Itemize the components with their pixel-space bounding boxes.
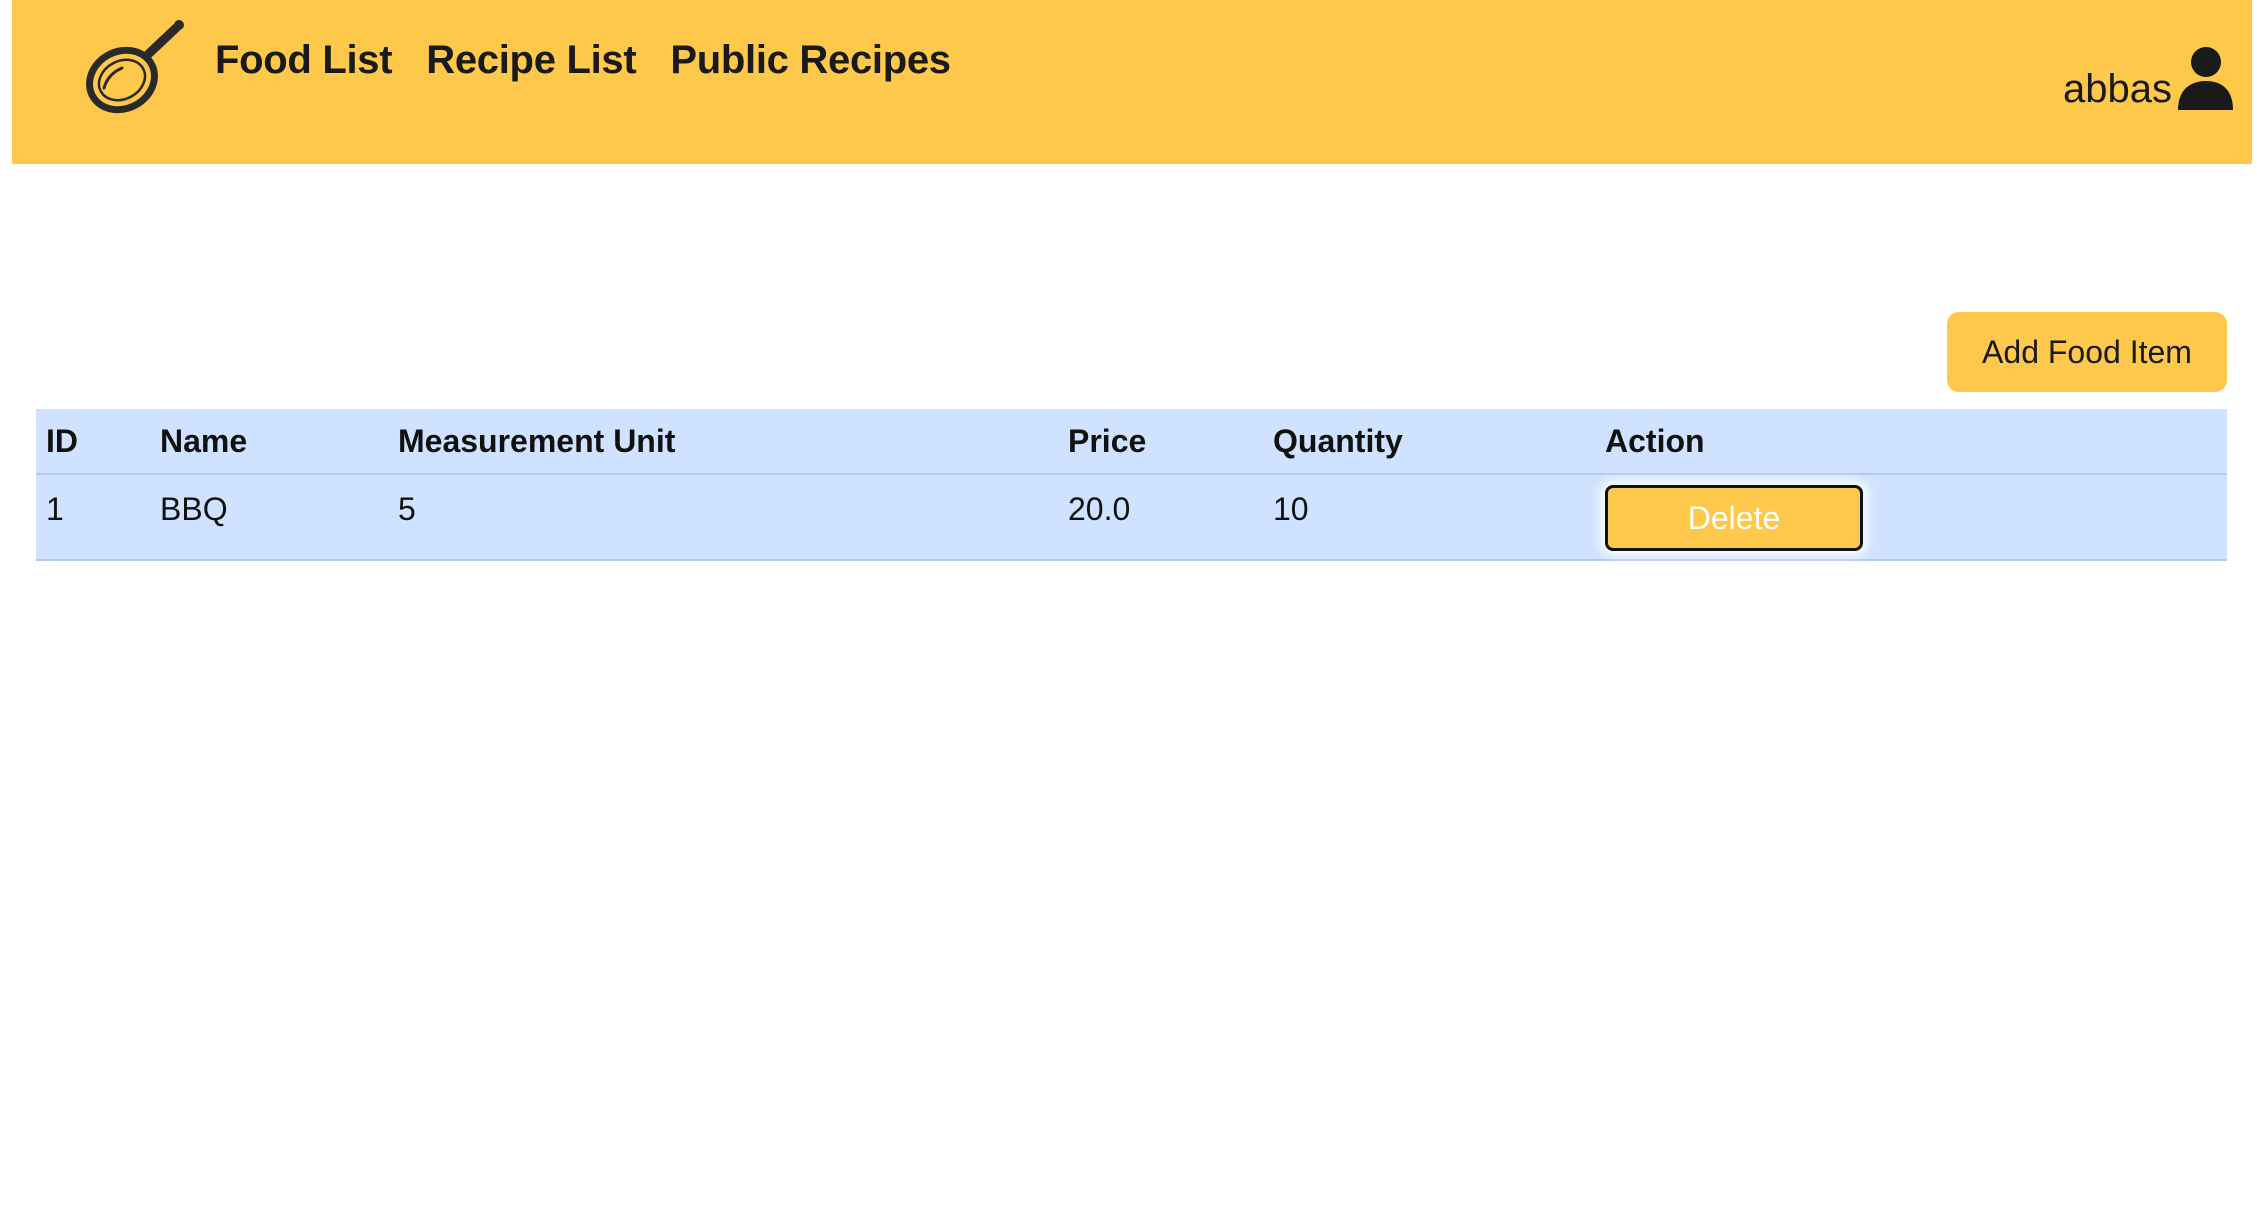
- user-icon[interactable]: [2176, 46, 2234, 117]
- cell-action: Delete: [1595, 474, 2227, 561]
- nav-link-public-recipes[interactable]: Public Recipes: [670, 38, 951, 83]
- table-header-row: ID Name Measurement Unit Price Quantity …: [36, 409, 2227, 475]
- column-header-id: ID: [36, 409, 150, 475]
- column-header-action: Action: [1595, 409, 2227, 475]
- navbar: Food List Recipe List Public Recipes abb…: [12, 0, 2252, 164]
- cell-quantity: 10: [1263, 474, 1595, 561]
- frying-pan-icon[interactable]: [78, 18, 190, 118]
- nav-link-food-list[interactable]: Food List: [215, 38, 393, 83]
- add-food-item-button[interactable]: Add Food Item: [1947, 312, 2227, 392]
- cell-price: 20.0: [1058, 474, 1263, 561]
- column-header-quantity: Quantity: [1263, 409, 1595, 475]
- table-row: 1 BBQ 5 20.0 10 Delete: [36, 474, 2227, 561]
- username[interactable]: abbas: [2063, 67, 2172, 112]
- nav-links: Food List Recipe List Public Recipes: [215, 38, 951, 83]
- user-menu[interactable]: abbas: [2063, 46, 2234, 117]
- cell-id: 1: [36, 474, 150, 561]
- food-table: ID Name Measurement Unit Price Quantity …: [36, 409, 2227, 561]
- cell-name: BBQ: [150, 474, 388, 561]
- nav-link-recipe-list[interactable]: Recipe List: [426, 38, 636, 83]
- cell-measurement-unit: 5: [388, 474, 1058, 561]
- delete-button[interactable]: Delete: [1605, 485, 1863, 551]
- column-header-price: Price: [1058, 409, 1263, 475]
- column-header-measurement-unit: Measurement Unit: [388, 409, 1058, 475]
- column-header-name: Name: [150, 409, 388, 475]
